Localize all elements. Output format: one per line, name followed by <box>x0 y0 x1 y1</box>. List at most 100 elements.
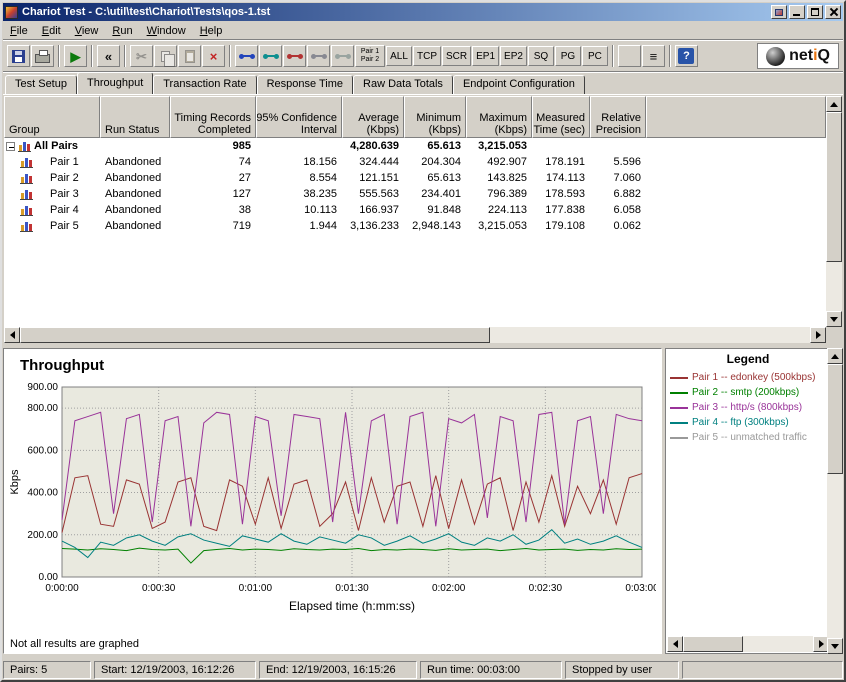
columns-button[interactable]: ≡ <box>642 45 665 67</box>
netiq-sphere-icon <box>766 47 785 66</box>
legend-vertical-scrollbar[interactable] <box>827 348 843 654</box>
legend-scroll-left-button[interactable] <box>667 636 683 652</box>
column-header-95-confidence-interval[interactable]: 95% ConfidenceInterval <box>256 96 342 138</box>
column-header-relative-precision[interactable]: RelativePrecision <box>590 96 646 138</box>
legend-item-pair-3-http-s-800kbps[interactable]: Pair 3 -- http/s (800kbps) <box>670 400 829 415</box>
filter-tcp-button[interactable]: TCP <box>413 46 441 66</box>
scroll-up-button[interactable] <box>826 96 842 112</box>
table-row-all-pairs[interactable]: All Pairs9854,280.63965.6133,215.053 <box>4 138 826 154</box>
group-name: Pair 1 <box>50 156 79 168</box>
table-row-pair-3[interactable]: Pair 3Abandoned12738.235555.563234.40179… <box>4 186 826 202</box>
value-cell-measured-time-sec: 174.113 <box>532 172 590 184</box>
menu-file[interactable]: File <box>3 23 35 39</box>
rewind-button[interactable]: « <box>97 45 120 67</box>
tab-transaction-rate[interactable]: Transaction Rate <box>153 75 256 94</box>
value-cell-measured-time-sec: 178.191 <box>532 156 590 168</box>
close-button[interactable] <box>825 5 841 19</box>
tab-test-setup[interactable]: Test Setup <box>5 75 77 94</box>
window-controls <box>771 5 841 19</box>
run-status-cell: Abandoned <box>100 204 170 216</box>
new-multicast-group-button[interactable] <box>259 45 282 67</box>
tab-response-time[interactable]: Response Time <box>257 75 353 94</box>
run-status-cell: Abandoned <box>100 220 170 232</box>
cut-button[interactable]: ✂ <box>130 45 153 67</box>
filter-pg-button[interactable]: PG <box>555 46 581 66</box>
filter-ep1-button[interactable]: EP1 <box>472 46 499 66</box>
legend-scroll-down-button[interactable] <box>827 638 843 654</box>
collapse-icon[interactable] <box>6 142 15 151</box>
value-cell-95-confidence-interval: 8.554 <box>256 172 342 184</box>
x-tick-label: 0:02:00 <box>432 583 466 594</box>
table-row-pair-4[interactable]: Pair 4Abandoned3810.113166.93791.848224.… <box>4 202 826 218</box>
table-vertical-scrollbar[interactable] <box>826 96 842 327</box>
value-cell-average-kbps: 3,136.233 <box>342 220 404 232</box>
column-header-measured-time-sec[interactable]: MeasuredTime (sec) <box>532 96 590 138</box>
legend-item-pair-4-ftp-300kbps[interactable]: Pair 4 -- ftp (300kbps) <box>670 415 829 430</box>
value-cell-minimum-kbps: 2,948.143 <box>404 220 466 232</box>
value-cell-95-confidence-interval: 18.156 <box>256 156 342 168</box>
scroll-left-button[interactable] <box>4 327 20 343</box>
table-hscroll-thumb[interactable] <box>20 327 490 343</box>
paste-button[interactable] <box>178 45 201 67</box>
table-row-pair-2[interactable]: Pair 2Abandoned278.554121.15165.613143.8… <box>4 170 826 186</box>
menu-view[interactable]: View <box>68 23 106 39</box>
menu-run[interactable]: Run <box>105 23 139 39</box>
filter-pc-button[interactable]: PC <box>582 46 608 66</box>
legend-vscroll-thumb[interactable] <box>827 364 843 474</box>
connect-pairs-button[interactable] <box>331 45 354 67</box>
delete-button[interactable]: × <box>202 45 225 67</box>
menu-help[interactable]: Help <box>193 23 230 39</box>
filter-sq-button[interactable]: SQ <box>528 46 554 66</box>
tab-endpoint-configuration[interactable]: Endpoint Configuration <box>453 75 585 94</box>
group-name: Pair 3 <box>50 188 79 200</box>
swap-endpoints-button[interactable] <box>307 45 330 67</box>
menu-window[interactable]: Window <box>140 23 193 39</box>
filter-ep2-button[interactable]: EP2 <box>500 46 527 66</box>
table-row-pair-1[interactable]: Pair 1Abandoned7418.156324.444204.304492… <box>4 154 826 170</box>
window-extra-button[interactable] <box>771 5 787 19</box>
scroll-down-button[interactable] <box>826 311 842 327</box>
pair-chart-icon <box>20 157 33 168</box>
column-header-group[interactable]: Group <box>4 96 100 138</box>
pair-view-button[interactable]: Pair 1Pair 2 <box>355 45 385 67</box>
maximize-button[interactable] <box>807 5 823 19</box>
legend-item-pair-1-edonkey-500kbps[interactable]: Pair 1 -- edonkey (500kbps) <box>670 370 829 385</box>
legend-hscroll-thumb[interactable] <box>683 636 743 652</box>
close-icon <box>829 7 838 17</box>
new-pair-button[interactable] <box>235 45 258 67</box>
table-horizontal-scrollbar[interactable] <box>4 327 826 343</box>
legend-scroll-up-button[interactable] <box>827 348 843 364</box>
print-button[interactable] <box>31 45 54 67</box>
menu-edit[interactable]: Edit <box>35 23 68 39</box>
scroll-right-button[interactable] <box>810 327 826 343</box>
copy-button[interactable] <box>154 45 177 67</box>
tab-throughput[interactable]: Throughput <box>77 72 153 94</box>
tab-raw-data-totals[interactable]: Raw Data Totals <box>353 75 453 94</box>
run-test-button[interactable]: ▶ <box>64 45 87 67</box>
column-header-minimum-kbps[interactable]: Minimum(Kbps) <box>404 96 466 138</box>
filter-scr-button[interactable]: SCR <box>442 46 471 66</box>
legend-horizontal-scrollbar[interactable] <box>667 636 829 652</box>
legend-item-pair-2-smtp-200kbps[interactable]: Pair 2 -- smtp (200kbps) <box>670 385 829 400</box>
legend-item-pair-5-unmatched-traffic[interactable]: Pair 5 -- unmatched traffic <box>670 430 829 445</box>
title-bar[interactable]: Chariot Test - C:\util\test\Chariot\Test… <box>3 3 843 21</box>
value-cell-timing-records-completed: 74 <box>170 156 256 168</box>
maximize-icon <box>811 8 819 16</box>
x-tick-label: 0:00:30 <box>142 583 176 594</box>
help-button[interactable]: ? <box>675 45 698 67</box>
column-header-timing-records-completed[interactable]: Timing RecordsCompleted <box>170 96 256 138</box>
minimize-button[interactable] <box>789 5 805 19</box>
edit-pair-button[interactable] <box>283 45 306 67</box>
column-header-run-status[interactable]: Run Status <box>100 96 170 138</box>
column-header-maximum-kbps[interactable]: Maximum(Kbps) <box>466 96 532 138</box>
filter-all-button[interactable]: ALL <box>386 46 412 66</box>
blank-button[interactable] <box>618 45 641 67</box>
table-row-pair-5[interactable]: Pair 5Abandoned7191.9443,136.2332,948.14… <box>4 218 826 234</box>
column-header-average-kbps[interactable]: Average(Kbps) <box>342 96 404 138</box>
connect-pairs-icon <box>335 52 351 61</box>
rewind-icon: « <box>105 50 112 63</box>
save-button[interactable] <box>7 45 30 67</box>
value-cell-minimum-kbps: 65.613 <box>404 140 466 152</box>
toolbar-separator <box>91 45 93 67</box>
table-vscroll-thumb[interactable] <box>826 112 842 262</box>
